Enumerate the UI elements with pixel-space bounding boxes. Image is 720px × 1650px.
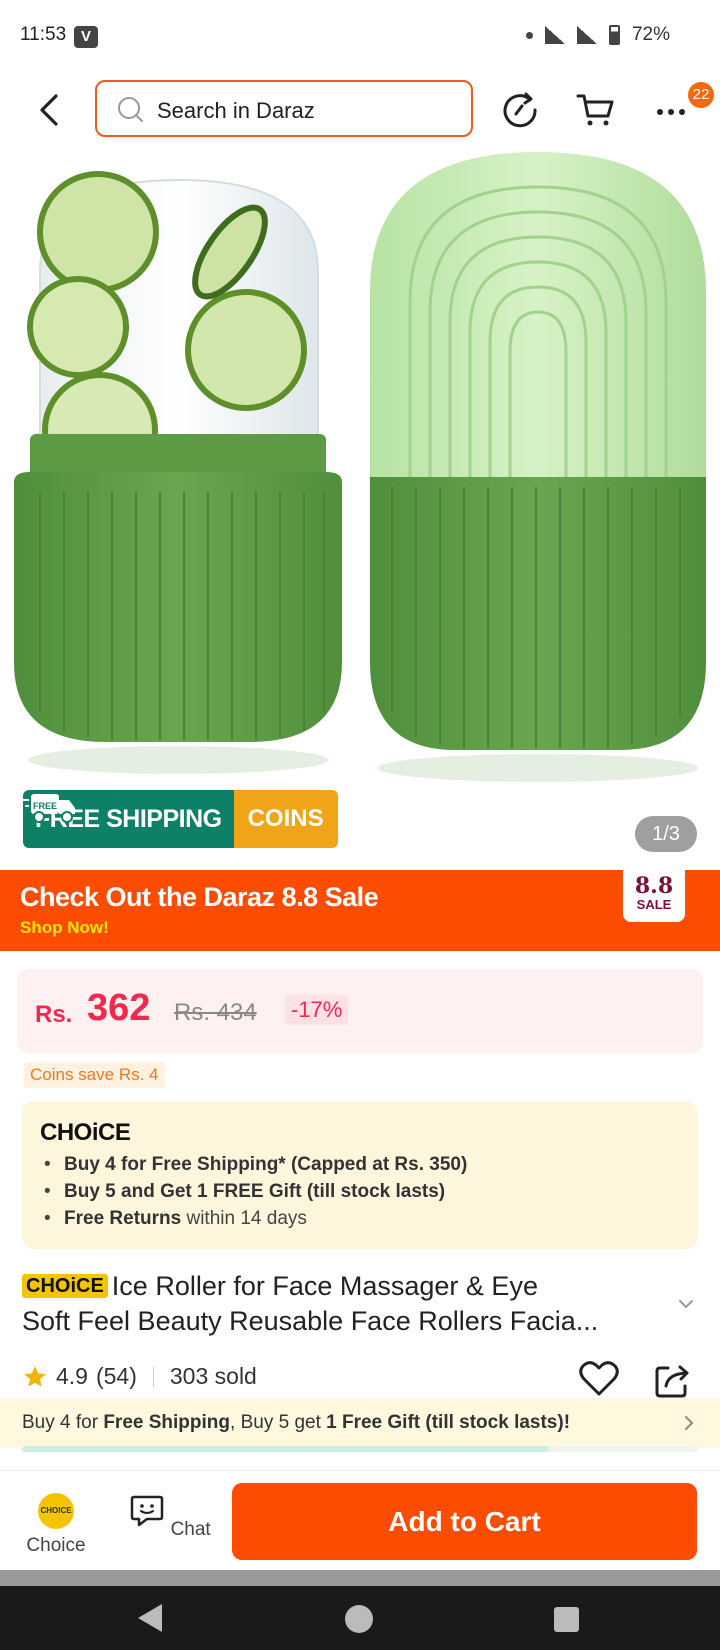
review-count: (54) (95, 1363, 137, 1389)
chat-icon (131, 1495, 164, 1527)
sale-title: Check Out the Daraz 8.8 Sale (20, 882, 379, 912)
search-placeholder: Search in Daraz (157, 98, 315, 123)
free-shipping-coins-banner: FREE FREE SHIPPING COINS (23, 790, 338, 848)
signal-icon (544, 26, 565, 44)
wishlist-heart-icon[interactable] (578, 1358, 620, 1398)
star-icon (24, 1365, 46, 1387)
add-to-cart-button[interactable]: Add to Cart (232, 1483, 697, 1560)
share-icon[interactable] (652, 1360, 692, 1400)
nav-home-icon[interactable] (345, 1605, 373, 1633)
promo-progress-fill (22, 1446, 550, 1452)
choice-button-label: Choice (26, 1535, 86, 1556)
promo-strip[interactable]: Buy 4 for Free Shipping, Buy 5 get 1 Fre… (0, 1398, 720, 1452)
refresh-icon[interactable] (498, 88, 542, 132)
choice-badge: CHOiCE (22, 1274, 108, 1298)
sale-cta[interactable]: Shop Now! (20, 918, 109, 938)
status-time: 11:53 (20, 24, 67, 45)
rating-row[interactable]: 4.9 (54) 303 sold (22, 1363, 257, 1390)
signal-icon-2 (576, 26, 597, 44)
product-title-line2: Soft Feel Beauty Reusable Face Rollers F… (22, 1306, 599, 1336)
bottom-action-bar: CHOICE Choice Chat Add to Cart (0, 1470, 720, 1570)
price-currency: Rs. (35, 1001, 73, 1028)
product-title: CHOiCE Ice Roller for Face Massager & Eye… (22, 1269, 672, 1339)
free-shipping-tag: FREE FREE SHIPPING (23, 790, 234, 848)
search-icon (118, 97, 143, 122)
system-nav-bar (0, 1586, 720, 1650)
back-icon[interactable] (30, 90, 70, 130)
chat-button-label: Chat (170, 1519, 211, 1540)
sale-banner[interactable]: Check Out the Daraz 8.8 Sale Shop Now! 8… (0, 870, 720, 951)
sale-logo-number: 8.8 (634, 873, 674, 899)
scroll-divider (0, 1570, 720, 1586)
benefit-item: Free Returns within 14 days (44, 1205, 467, 1232)
status-bar: 11:53 V 72% (0, 0, 720, 72)
choice-benefits-list: Buy 4 for Free Shipping* (Capped at Rs. … (44, 1151, 467, 1232)
coins-save-tag: Coins save Rs. 4 (24, 1062, 165, 1088)
chevron-down-icon[interactable] (676, 1294, 696, 1314)
battery-icon (608, 25, 620, 45)
benefit-item: Buy 5 and Get 1 FREE Gift (till stock la… (44, 1178, 467, 1205)
promo-progress-bar (22, 1446, 698, 1452)
choice-logo: CHOiCE (40, 1119, 131, 1146)
svg-text:FREE: FREE (33, 801, 57, 811)
original-price: Rs. 434 (174, 999, 257, 1026)
choice-icon: CHOICE (38, 1493, 74, 1529)
choice-button[interactable]: CHOICE Choice (11, 1493, 101, 1557)
status-indicators: 72% (525, 24, 670, 46)
notification-dot-icon (525, 31, 533, 39)
chat-button[interactable]: Chat (125, 1493, 215, 1541)
sale-logo-word: SALE (636, 897, 672, 912)
rating-value: 4.9 (56, 1363, 88, 1389)
top-header: Search in Daraz 22 (0, 72, 720, 152)
choice-benefits-box[interactable]: CHOiCE Buy 4 for Free Shipping* (Capped … (22, 1101, 698, 1249)
current-price: 362 (87, 987, 151, 1029)
search-input[interactable]: Search in Daraz (95, 80, 473, 137)
divider (152, 1366, 154, 1387)
notification-count-badge: 22 (688, 82, 714, 108)
chevron-right-icon (685, 1416, 694, 1430)
product-title-line1: Ice Roller for Face Massager & Eye (111, 1271, 538, 1301)
ice-roller-product-image (14, 152, 706, 782)
status-app-badge: V (74, 26, 98, 48)
image-counter: 1/3 (635, 816, 697, 852)
price-box: Rs. 362 Rs. 434 -17% (17, 969, 703, 1053)
promo-text: Buy 4 for Free Shipping, Buy 5 get 1 Fre… (22, 1412, 571, 1433)
product-image-gallery[interactable]: FREE FREE SHIPPING COINS 1/3 (0, 152, 720, 870)
nav-back-icon[interactable] (138, 1604, 162, 1632)
sale-logo: 8.8 SALE (623, 870, 685, 922)
cart-icon[interactable] (574, 88, 618, 132)
sold-count: 303 sold (169, 1363, 257, 1389)
discount-badge: -17% (285, 995, 349, 1025)
nav-recents-icon[interactable] (554, 1607, 579, 1632)
coins-label: COINS (233, 790, 338, 848)
delivery-truck-icon: FREE (23, 794, 75, 823)
benefit-item: Buy 4 for Free Shipping* (Capped at Rs. … (44, 1151, 467, 1178)
battery-level: 72% (631, 24, 670, 45)
